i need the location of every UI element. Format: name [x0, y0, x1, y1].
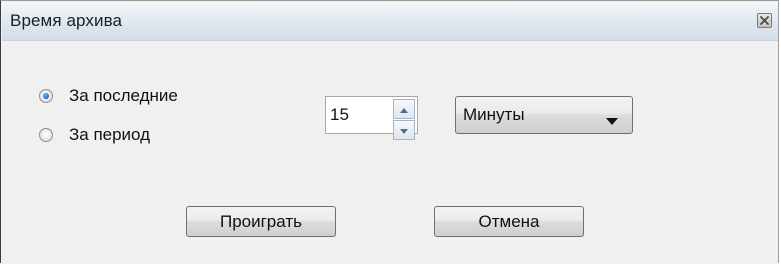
- caret-down-icon: [400, 121, 408, 139]
- spin-down-button[interactable]: [393, 120, 415, 140]
- amount-input[interactable]: [330, 105, 382, 125]
- unit-select[interactable]: Минуты: [455, 96, 633, 134]
- archive-time-dialog: Время архива За последние За период 15 М…: [0, 0, 779, 264]
- radio-button-selected[interactable]: [39, 89, 53, 103]
- amount-spinbox: [325, 96, 418, 140]
- close-icon: [760, 16, 769, 25]
- radio-last-period[interactable]: За последние: [39, 86, 178, 106]
- play-button[interactable]: Проиграть: [186, 206, 336, 237]
- title-bar[interactable]: Время архива: [2, 2, 778, 41]
- caret-up-icon: [400, 100, 408, 118]
- window-title: Время архива: [10, 11, 123, 30]
- radio-custom-period-label: За период: [69, 125, 151, 144]
- radio-button[interactable]: [39, 128, 53, 142]
- close-button[interactable]: [757, 13, 772, 28]
- spin-buttons: [393, 99, 415, 140]
- spin-up-button[interactable]: [393, 99, 415, 119]
- unit-select-value: Минуты: [463, 105, 525, 124]
- cancel-button[interactable]: Отмена: [434, 206, 584, 237]
- radio-custom-period[interactable]: За период: [39, 125, 150, 145]
- radio-last-period-label: За последние: [69, 86, 178, 105]
- dialog-body: За последние За период 15 Минуты Проигра…: [2, 41, 778, 264]
- chevron-down-icon: [606, 112, 618, 130]
